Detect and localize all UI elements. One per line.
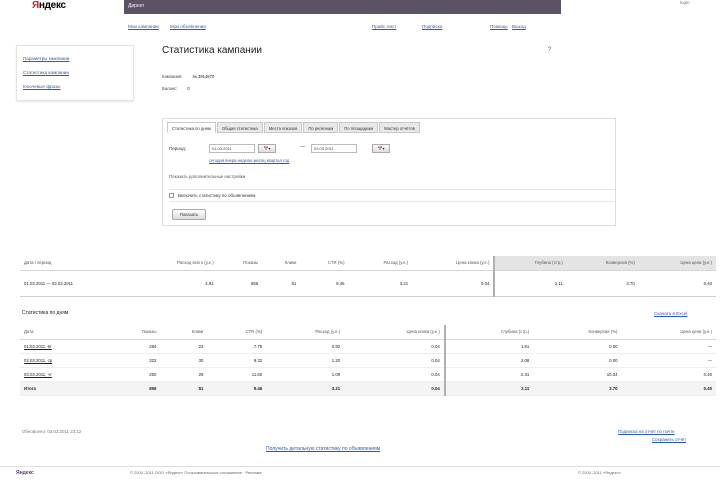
col-period: Дата / период [20,256,131,271]
col-total-spend: Расход всего (у.е.) [131,256,218,271]
summary-table: Дата / период Расход всего (у.е.) Показы… [20,256,716,297]
page-title: Статистика кампании [162,45,262,56]
service-name: Директ [128,3,145,9]
col-clicks: Клики [160,325,208,340]
col-date: Дата [20,325,107,340]
ads-stats-checkbox[interactable] [169,193,174,199]
ads-stats-checkbox-label: Включить статистику по объявлениям [178,193,256,198]
col-impressions: Показы [106,325,161,340]
advanced-settings-link[interactable]: Показать дополнительные настройки [169,174,245,179]
nav-logout[interactable]: Выход [512,24,526,29]
nav-price-list[interactable]: Прайс-лист [372,24,396,29]
col-impressions: Показы [217,256,263,271]
nav-my-ads[interactable]: Мои объявления [170,24,206,29]
col-ctr: CTR (%) [300,256,349,271]
page-footer: Яндекс © 2000–2011 ООО «Яндекс» Пользова… [0,466,720,480]
tab-sites[interactable]: По площадкам [339,122,379,133]
save-report-link[interactable]: Сохранить отчёт [652,437,686,442]
menu-campaign-params[interactable]: Параметры кампании [23,56,69,61]
campaign-meta: Кампания: № 3914870 [162,74,215,79]
table-row: 01.03.2011, вт 284 22 7.75 0.92 0.04 1.91 0.00— [20,339,716,354]
daily-stats-table: Дата Показы Клики CTR (%) Расход (у.е.) … [20,325,716,396]
tab-general-stats[interactable]: Общая статистика [216,122,263,133]
summary-row: 01.03.2011 — 03.03.2011 4.91 856 81 9.46… [20,270,716,297]
yandex-logo[interactable]: Яндекс [32,0,66,11]
user-login-link[interactable]: login [680,0,690,5]
tab-daily-stats[interactable]: Статистика по дням [167,122,216,133]
nav-help[interactable]: Помощь [490,24,508,29]
nav-subscription[interactable]: Подписка [422,24,442,29]
total-row: Итого 856 81 9.46 3.21 0.04 2.11 3.70 0.40 [20,381,716,396]
tab-placements[interactable]: Места показов [263,122,303,133]
ads-stats-checkbox-row[interactable]: Включить статистику по объявлениям [169,189,615,202]
date-from-input[interactable]: 01.03.2011 [209,144,255,153]
date-to-input[interactable]: 03.03.2011 [311,144,357,153]
period-label: Период: [169,146,187,151]
quick-period-links[interactable]: сегодня вчера неделю месяц квартал год [209,158,289,163]
col-conversion: Конверсия (%) [533,325,622,340]
col-ctr: CTR (%) [207,325,267,340]
col-spend: Расход (у.е.) [266,325,345,340]
tab-report-wizard[interactable]: Мастер отчётов [379,122,420,133]
campaign-menu-box: Параметры кампании Статистика кампании К… [16,45,134,101]
top-bar: Директ [124,0,561,14]
period-dash: — [300,144,305,150]
report-filter-panel: Статистика по дням Общая статистика Мест… [162,118,616,226]
email-report-link[interactable]: Подписка на отчёт по почте [618,429,675,434]
detailed-stats-link[interactable]: Получить детальную статистику по объявле… [266,446,380,452]
col-goal-cost: Цена цели (у.е.) [638,256,716,271]
table-row: 02.03.2011, ср 322 30 9.32 1.20 0.04 2.08 0.00— [20,353,716,368]
col-depth: Глубина (стр.) [443,325,534,340]
balance-meta: Баланс: 0 [162,86,190,91]
col-spend: Расход (у.е.) [348,256,413,271]
daily-stats-title: Статистика по дням [22,310,69,316]
menu-campaign-stats[interactable]: Статистика кампании [23,70,69,75]
nav-my-campaigns[interactable]: Мои кампании [128,24,159,29]
show-report-button[interactable]: Показать [172,209,206,220]
col-conversion: Конверсия (%) [566,256,639,271]
export-excel-link[interactable]: Скачать в Excel [654,311,687,316]
footer-copyright: © 2000–2011 «Яндекс» [578,470,621,475]
footer-logo[interactable]: Яндекс [16,470,34,476]
tab-regions[interactable]: По регионам [303,122,339,133]
calendar-to-button[interactable]: 📅▾ [372,144,390,153]
updated-timestamp: Обновлено: 03.03.2011 23:12 [22,429,82,434]
col-cpc: Цена клика (у.е.) [412,256,495,271]
footer-text: © 2000–2011 ООО «Яндекс» Пользовательско… [130,470,262,475]
col-cpc: Цена клика (у.е.) [344,325,445,340]
col-depth: Глубина (стр.) [493,256,567,271]
col-clicks: Клики [262,256,301,271]
report-tabs: Статистика по дням Общая статистика Мест… [167,122,421,133]
help-icon[interactable]: ? [548,47,551,53]
menu-keywords[interactable]: Ключевые фразы [23,84,60,89]
col-goal-cost: Цена цели (у.е.) [621,325,716,340]
table-row: 03.03.2011, чт 250 29 11.60 1.09 0.04 2.31 10.3… [20,367,716,382]
calendar-from-button[interactable]: 📅▾ [258,144,276,153]
